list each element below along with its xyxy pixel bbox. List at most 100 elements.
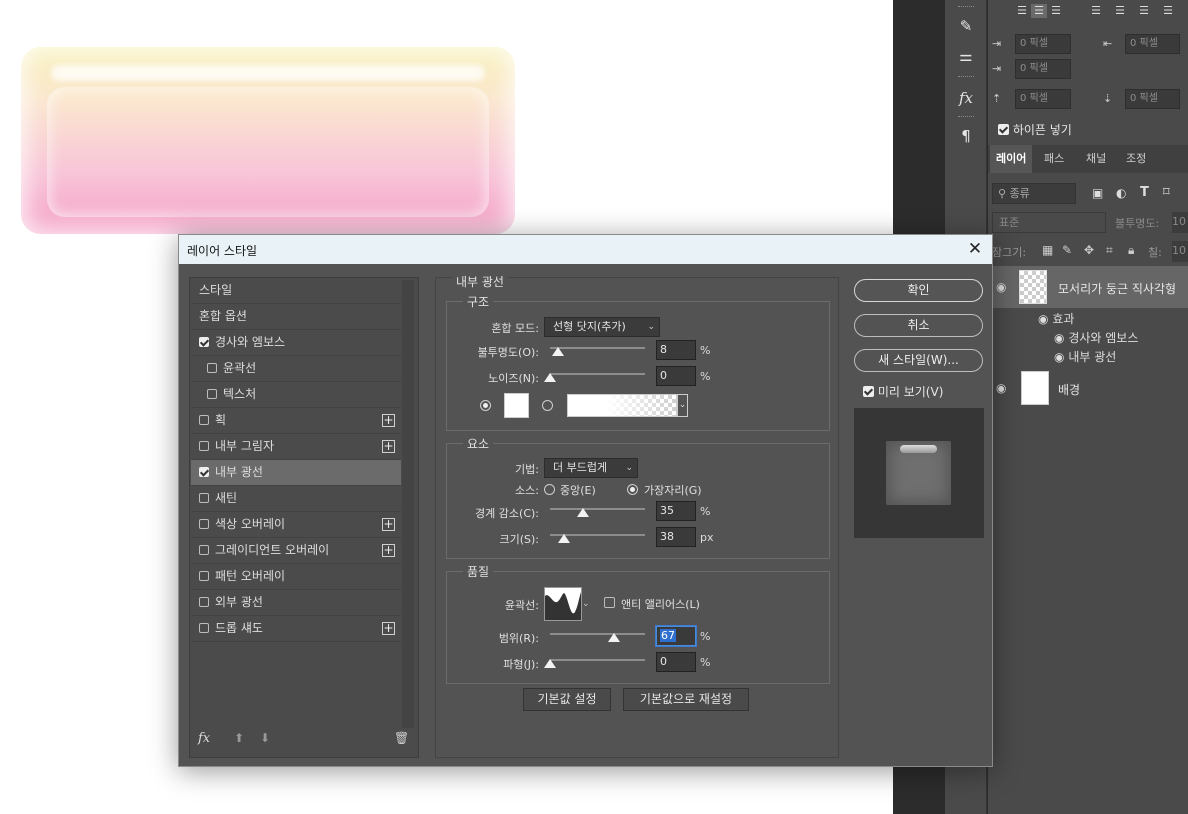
add-effect-fx-icon[interactable]: fx [198,731,210,746]
panel-grip[interactable] [958,6,974,9]
blend-mode-dropdown[interactable]: 선형 닷지(추가) ⌄ [544,317,660,337]
tab-paths[interactable]: 패스 [1038,145,1070,173]
style-item[interactable]: 그레이디언트 오버레이 + [191,538,401,564]
chevron-down-icon[interactable]: ⌄ [582,587,592,621]
panel-grip[interactable] [958,116,974,119]
filter-type-icon[interactable]: T [1140,185,1149,200]
effect-row[interactable]: ◉ 내부 광선 [1054,348,1116,365]
add-instance-plus-icon[interactable]: + [382,518,395,531]
anti-alias-label[interactable]: 앤티 앨리어스(L) [621,596,700,612]
technique-dropdown[interactable]: 더 부드럽게 ⌄ [544,458,638,478]
style-checkbox[interactable] [199,597,209,607]
hyphenate-row[interactable]: 하이픈 넣기 [998,121,1072,138]
panel-grip[interactable] [958,76,974,79]
style-checkbox[interactable] [199,493,209,503]
chevron-down-icon[interactable]: ⌄ [677,394,688,417]
filter-adjustment-icon[interactable]: ◐ [1116,186,1126,200]
move-down-icon[interactable]: ⬇︎ [260,731,270,745]
jitter-slider-track[interactable] [550,659,645,661]
indent-right-field[interactable]: 0 픽셀 [1125,34,1180,54]
cancel-button[interactable]: 취소 [854,314,983,337]
style-checkbox[interactable] [199,337,209,347]
space-before-field[interactable]: 0 픽셀 [1015,89,1071,109]
style-checkbox[interactable] [199,441,209,451]
style-item[interactable]: 혼합 옵션 [191,304,401,330]
noise-slider-knob[interactable] [544,373,556,382]
preview-row[interactable]: 미리 보기(V) [863,383,943,400]
range-slider-track[interactable] [550,633,645,635]
layer-row[interactable]: ◉ 모서리가 둥근 직사각형 [988,266,1188,308]
range-slider-knob[interactable] [607,633,620,642]
source-center-label[interactable]: 중앙(E) [560,482,596,498]
size-slider-knob[interactable] [558,534,571,543]
justify-center-icon[interactable]: ☰ [1112,4,1128,18]
delete-effect-icon[interactable]: 🗑︎ [394,731,409,745]
range-input[interactable]: 67 [656,626,696,646]
source-edge-label[interactable]: 가장자리(G) [644,482,702,498]
visibility-eye-icon[interactable]: ◉ [1038,312,1048,326]
dialog-titlebar[interactable]: 레이어 스타일 ✕ [179,235,992,264]
lock-move-icon[interactable]: ✥ [1084,243,1094,257]
glow-color-swatch[interactable] [504,393,529,418]
make-default-button[interactable]: 기본값 설정 [523,688,611,711]
opacity-field[interactable]: 10 [1172,212,1188,233]
style-checkbox[interactable] [199,519,209,529]
style-item[interactable]: 내부 광선 [191,460,401,486]
choke-slider-knob[interactable] [577,508,590,517]
layer-row[interactable]: ◉ 배경 [988,367,1188,409]
preview-checkbox[interactable] [863,386,874,397]
style-checkbox[interactable] [199,623,209,633]
source-center-radio[interactable] [544,484,555,495]
visibility-eye-icon[interactable]: ◉ [996,381,1006,395]
blend-mode-select[interactable]: 표준 [992,212,1106,233]
justify-right-icon[interactable]: ☰ [1136,4,1152,18]
choke-input[interactable]: 35 [656,501,696,521]
fill-field[interactable]: 10 [1172,241,1188,262]
style-checkbox[interactable] [207,389,217,399]
add-instance-plus-icon[interactable]: + [382,544,395,557]
gradient-swatch[interactable] [567,394,677,417]
style-checkbox[interactable] [207,363,217,373]
opacity-slider-knob[interactable] [551,347,564,356]
visibility-eye-icon[interactable]: ◉ [996,280,1006,294]
style-checkbox[interactable] [199,415,209,425]
add-instance-plus-icon[interactable]: + [382,622,395,635]
style-item[interactable]: 색상 오버레이 + [191,512,401,538]
tab-channels[interactable]: 채널 [1080,145,1112,173]
style-item[interactable]: 획 + [191,408,401,434]
lock-transparent-icon[interactable]: ▦ [1042,243,1053,257]
align-right-icon[interactable]: ☰ [1048,4,1064,18]
space-after-field[interactable]: 0 픽셀 [1125,89,1180,109]
effects-row[interactable]: ◉ 효과 [1038,310,1074,327]
hyphenate-checkbox[interactable] [998,124,1009,135]
tab-adjustments[interactable]: 조정 [1120,145,1152,173]
style-item[interactable]: 외부 광선 [191,590,401,616]
anti-alias-checkbox[interactable] [604,596,615,610]
first-line-indent-field[interactable]: 0 픽셀 [1015,59,1071,79]
solid-color-radio[interactable] [480,400,491,411]
style-checkbox[interactable] [199,571,209,581]
indent-left-field[interactable]: 0 픽셀 [1015,34,1071,54]
contour-preview[interactable] [544,587,582,621]
lock-artboard-icon[interactable]: ⌗ [1106,243,1113,258]
style-item[interactable]: 스타일 [191,278,401,304]
reset-default-button[interactable]: 기본값으로 재설정 [623,688,749,711]
opacity-input[interactable]: 8 [656,340,696,360]
noise-input[interactable]: 0 [656,366,696,386]
lock-paint-icon[interactable]: ✎ [1062,243,1072,257]
ok-button[interactable]: 확인 [854,279,983,302]
lock-all-icon[interactable]: 🔒︎ [1128,243,1134,258]
layer-thumbnail[interactable] [1019,270,1047,304]
add-instance-plus-icon[interactable]: + [382,440,395,453]
align-center-icon[interactable]: ☰ [1031,4,1047,18]
styles-scrollbar[interactable] [402,280,414,728]
source-edge-radio[interactable] [627,484,638,495]
jitter-slider-knob[interactable] [544,659,556,668]
close-icon[interactable]: ✕ [964,238,986,260]
layer-name[interactable]: 모서리가 둥근 직사각형 [1058,280,1176,297]
style-item[interactable]: 패턴 오버레이 [191,564,401,590]
layer-name[interactable]: 배경 [1058,381,1080,398]
filter-pixel-icon[interactable]: ▣ [1092,186,1103,200]
move-up-icon[interactable]: ⬆︎ [234,731,244,745]
style-checkbox[interactable] [199,545,209,555]
